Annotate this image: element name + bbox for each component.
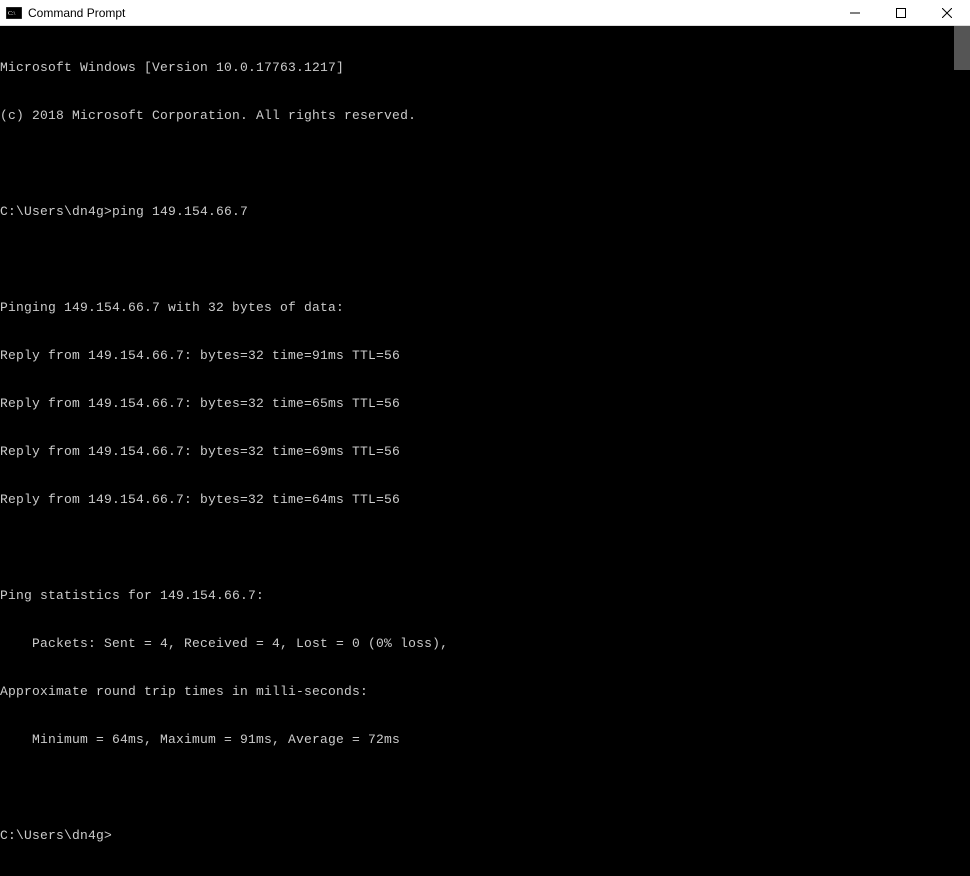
scrollbar[interactable] (954, 26, 970, 502)
terminal-line (0, 252, 970, 268)
window-title: Command Prompt (28, 6, 832, 20)
terminal-line: Approximate round trip times in milli-se… (0, 684, 970, 700)
titlebar[interactable]: C:\ Command Prompt (0, 0, 970, 26)
minimize-button[interactable] (832, 0, 878, 25)
window-controls (832, 0, 970, 25)
cmd-icon: C:\ (6, 6, 22, 20)
terminal-line: Reply from 149.154.66.7: bytes=32 time=6… (0, 444, 970, 460)
terminal-area[interactable]: Microsoft Windows [Version 10.0.17763.12… (0, 26, 970, 502)
terminal-line (0, 156, 970, 172)
terminal-line: Reply from 149.154.66.7: bytes=32 time=6… (0, 492, 970, 508)
terminal-line: Reply from 149.154.66.7: bytes=32 time=6… (0, 396, 970, 412)
close-button[interactable] (924, 0, 970, 25)
terminal-line (0, 540, 970, 556)
terminal-line: Minimum = 64ms, Maximum = 91ms, Average … (0, 732, 970, 748)
terminal-line: Packets: Sent = 4, Received = 4, Lost = … (0, 636, 970, 652)
terminal-line: Ping statistics for 149.154.66.7: (0, 588, 970, 604)
maximize-button[interactable] (878, 0, 924, 25)
terminal-line: Pinging 149.154.66.7 with 32 bytes of da… (0, 300, 970, 316)
svg-text:C:\: C:\ (8, 11, 16, 17)
terminal-line (0, 780, 970, 796)
terminal-output: Microsoft Windows [Version 10.0.17763.12… (0, 26, 970, 876)
terminal-line: C:\Users\dn4g>ping 149.154.66.7 (0, 204, 970, 220)
terminal-line: Reply from 149.154.66.7: bytes=32 time=9… (0, 348, 970, 364)
terminal-line: C:\Users\dn4g> (0, 828, 970, 844)
scrollbar-thumb[interactable] (954, 26, 970, 70)
terminal-line: (c) 2018 Microsoft Corporation. All righ… (0, 108, 970, 124)
terminal-line: Microsoft Windows [Version 10.0.17763.12… (0, 60, 970, 76)
